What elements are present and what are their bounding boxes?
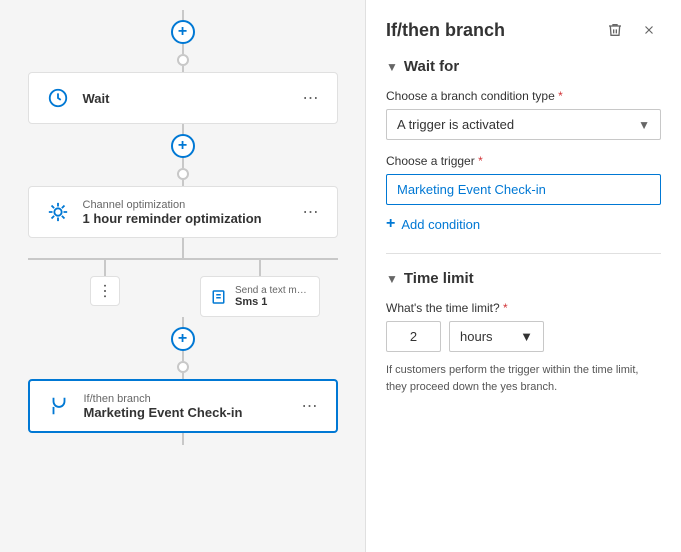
condition-type-arrow: ▼ [638, 118, 650, 132]
wait-for-chevron[interactable]: ▼ [386, 60, 398, 74]
time-limit-header: ▼ Time limit [386, 270, 661, 287]
connector-line-4 [182, 158, 184, 168]
channel-optimization-card: Channel optimization 1 hour reminder opt… [28, 186, 338, 238]
branch-card-text: If/then branch Marketing Event Check-in [84, 393, 243, 420]
sms-card-name: Sms 1 [235, 296, 310, 308]
wait-step-card: Wait ⋯ [28, 72, 338, 124]
channel-card-text: Channel optimization 1 hour reminder opt… [83, 199, 262, 226]
branch-col-left: ⋯ [28, 260, 183, 317]
flow-container: + Wait ⋯ + [0, 0, 365, 445]
clock-icon [43, 83, 73, 113]
sms-mini-card: Send a text mess Sms 1 [200, 276, 320, 317]
time-limit-question-label: What's the time limit? * [386, 301, 661, 315]
left-panel: + Wait ⋯ + [0, 0, 365, 552]
wait-card-left: Wait [43, 83, 110, 113]
v-line-branch [182, 238, 184, 258]
time-limit-title: Time limit [404, 270, 474, 287]
branch-step-title: If/then branch [84, 393, 243, 405]
time-input-row: hours ▼ [386, 321, 661, 352]
condition-type-label: Choose a branch condition type * [386, 89, 661, 103]
trigger-input[interactable] [386, 174, 661, 205]
v-line-bottom2 [182, 351, 184, 361]
branch-cols: ⋯ Send [28, 260, 338, 317]
connector-line-3 [182, 124, 184, 134]
add-condition-button[interactable]: + Add condition [386, 215, 480, 233]
close-button[interactable] [637, 18, 661, 42]
time-description: If customers perform the trigger within … [386, 362, 661, 395]
channel-step-title: Channel optimization [83, 199, 262, 211]
branch-dots-button[interactable]: ⋯ [90, 276, 120, 306]
v-line-end [182, 433, 184, 445]
add-button-2[interactable]: + [171, 134, 195, 158]
connector-circle-2 [177, 168, 189, 180]
time-limit-section: ▼ Time limit What's the time limit? * ho… [386, 270, 661, 395]
time-unit-arrow: ▼ [520, 329, 533, 344]
right-panel-title: If/then branch [386, 20, 505, 41]
channel-step-name: 1 hour reminder optimization [83, 211, 262, 226]
time-limit-chevron[interactable]: ▼ [386, 272, 398, 286]
channel-card-left: Channel optimization 1 hour reminder opt… [43, 197, 262, 227]
wait-for-section: ▼ Wait for Choose a branch condition typ… [386, 58, 661, 233]
connector-circle-1 [177, 54, 189, 66]
delete-button[interactable] [603, 18, 627, 42]
add-condition-label: Add condition [401, 217, 480, 232]
branch-step-dots[interactable]: ⋯ [298, 394, 322, 418]
time-limit-required: * [503, 301, 508, 315]
sms-card-text: Send a text mess Sms 1 [235, 285, 310, 308]
wait-for-header: ▼ Wait for [386, 58, 661, 75]
optimization-icon [43, 197, 73, 227]
time-number-input[interactable] [386, 321, 441, 352]
trigger-label: Choose a trigger * [386, 154, 661, 168]
branch-dots-icon: ⋯ [95, 283, 115, 299]
branch-col-right: Send a text mess Sms 1 [183, 260, 338, 317]
section-divider [386, 253, 661, 254]
v-branch-left [104, 260, 106, 276]
branch-step-name: Marketing Event Check-in [84, 405, 243, 420]
wait-step-name: Wait [83, 91, 110, 106]
wait-step-dots[interactable]: ⋯ [299, 86, 323, 110]
sms-icon [211, 286, 229, 308]
if-then-branch-card: If/then branch Marketing Event Check-in … [28, 379, 338, 433]
sms-card-title: Send a text mess [235, 285, 310, 296]
v-line-bottom1 [182, 317, 184, 327]
v-branch-right [259, 260, 261, 276]
time-unit-value: hours [460, 329, 493, 344]
connector-line-1 [182, 44, 184, 54]
branch-area: ⋯ Send [28, 238, 338, 317]
header-icons [603, 18, 661, 42]
condition-type-dropdown[interactable]: A trigger is activated ▼ [386, 109, 661, 140]
trigger-required: * [478, 154, 483, 168]
time-unit-dropdown[interactable]: hours ▼ [449, 321, 544, 352]
connector-circle-3 [177, 361, 189, 373]
right-panel-header: If/then branch [386, 18, 661, 42]
add-condition-plus-icon: + [386, 215, 395, 233]
connector-line-top [182, 10, 184, 20]
branch-icon [44, 391, 74, 421]
condition-type-required: * [558, 89, 563, 103]
channel-step-dots[interactable]: ⋯ [299, 200, 323, 224]
branch-card-left: If/then branch Marketing Event Check-in [44, 391, 243, 421]
right-panel: If/then branch ▼ Wait for [366, 0, 681, 552]
add-button-3[interactable]: + [171, 327, 195, 351]
add-button-top[interactable]: + [171, 20, 195, 44]
condition-type-value: A trigger is activated [397, 117, 514, 132]
wait-for-title: Wait for [404, 58, 459, 75]
